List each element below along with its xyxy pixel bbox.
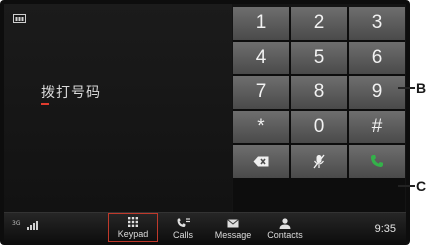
nav-contacts[interactable]: Contacts [260,213,310,242]
keypad-icon [128,217,138,227]
clock: 9:35 [374,223,396,235]
key-6-label: 6 [371,46,383,68]
backspace-button[interactable] [233,145,289,178]
key-2[interactable]: 2 [291,7,347,40]
message-icon [227,218,239,227]
callout-b-line [398,87,415,89]
callout-b: B [398,80,426,96]
key-7-label: 7 [255,81,267,103]
key-9-label: 9 [371,81,383,103]
key-9[interactable]: 9 [349,76,405,109]
key-2-label: 2 [313,12,325,34]
nav-keypad[interactable]: Keypad [108,213,158,242]
nav-calls-label: Calls [172,230,193,240]
bottom-bar: 3G Keypad Calls Message Contacts 9:35 [4,212,406,242]
key-8-label: 8 [313,81,325,103]
callout-c-line [398,185,415,187]
key-3[interactable]: 3 [349,7,405,40]
key-6[interactable]: 6 [349,41,405,74]
nav-contacts-label: Contacts [267,230,303,240]
key-star[interactable]: * [233,110,289,143]
dial-keypad: 1 2 3 4 5 6 7 8 9 * 0 # [233,7,405,212]
phone-screen: 拨打号码 1 2 3 4 5 6 7 8 9 * 0 # 3G Keypad C… [4,4,406,242]
key-5[interactable]: 5 [291,41,347,74]
callout-b-label: B [416,80,427,96]
key-hash-label: # [371,115,383,137]
mute-button[interactable] [291,145,347,178]
text-cursor [41,103,49,105]
nav-calls[interactable]: Calls [164,213,202,242]
callout-c: C [398,178,426,194]
sim-card-icon [13,14,26,23]
key-hash[interactable]: # [349,110,405,143]
key-4-label: 4 [255,46,267,68]
nav-message[interactable]: Message [208,213,258,242]
key-4[interactable]: 4 [233,41,289,74]
key-0-label: 0 [313,115,325,137]
key-3-label: 3 [371,12,383,34]
key-5-label: 5 [313,46,325,68]
key-1-label: 1 [255,12,267,34]
calls-icon [177,218,190,227]
key-0[interactable]: 0 [291,110,347,143]
call-icon [371,155,383,168]
network-type: 3G [12,220,21,227]
callout-c-label: C [416,178,427,194]
backspace-icon [253,156,269,167]
call-button[interactable] [349,145,405,178]
signal-strength-icon [27,221,38,230]
contacts-icon [279,217,291,229]
display-bezel: 拨打号码 1 2 3 4 5 6 7 8 9 * 0 # 3G Keypad C… [0,0,410,245]
key-8[interactable]: 8 [291,76,347,109]
dial-display-area: 拨打号码 [4,4,232,212]
dial-number-prompt[interactable]: 拨打号码 [41,82,101,102]
nav-keypad-label: Keypad [117,229,149,239]
key-7[interactable]: 7 [233,76,289,109]
mute-icon [313,154,325,169]
key-star-label: * [257,115,265,137]
key-1[interactable]: 1 [233,7,289,40]
nav-message-label: Message [214,230,252,240]
